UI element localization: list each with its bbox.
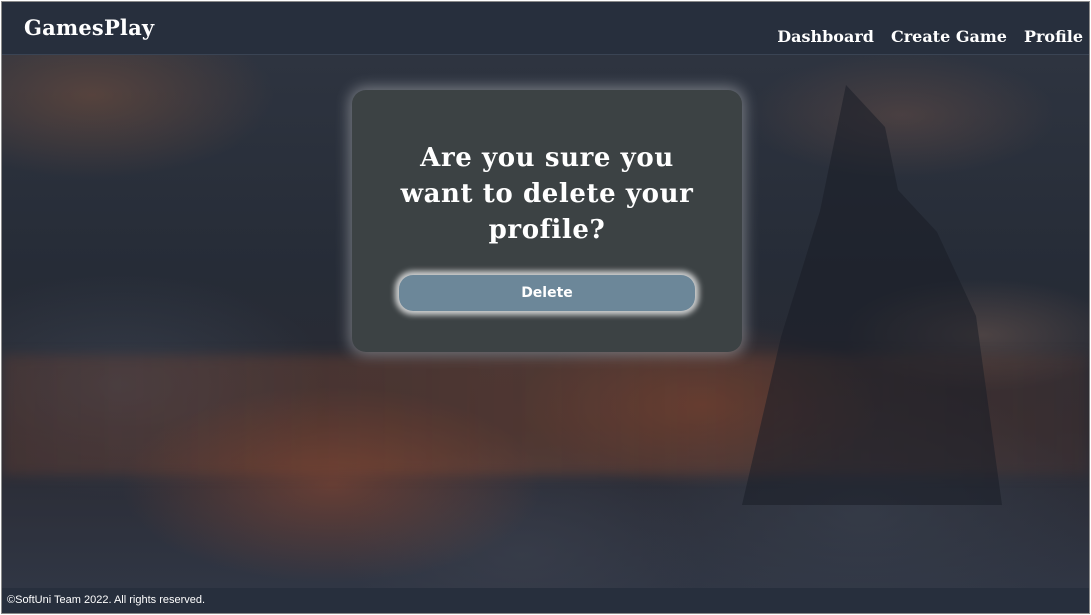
site-header: GamesPlay Dashboard Create Game Profile — [2, 2, 1089, 55]
delete-confirmation-question: Are you sure you want to delete your pro… — [400, 143, 694, 245]
delete-profile-dialog: Are you sure you want to delete your pro… — [352, 90, 742, 352]
background-mountain — [742, 85, 1002, 505]
nav-link-create-game[interactable]: Create Game — [891, 27, 1007, 46]
delete-button[interactable]: Delete — [399, 275, 695, 311]
background-scene: Are you sure you want to delete your pro… — [2, 55, 1089, 588]
nav-link-profile[interactable]: Profile — [1024, 27, 1083, 46]
app-window: GamesPlay Dashboard Create Game Profile … — [1, 1, 1090, 614]
brand-logo-link[interactable]: GamesPlay — [24, 15, 154, 40]
site-footer: ©SoftUni Team 2022. All rights reserved. — [2, 588, 1089, 613]
main-nav: Dashboard Create Game Profile — [777, 27, 1083, 46]
footer-copyright: ©SoftUni Team 2022. All rights reserved. — [7, 594, 206, 606]
nav-link-dashboard[interactable]: Dashboard — [777, 27, 874, 46]
